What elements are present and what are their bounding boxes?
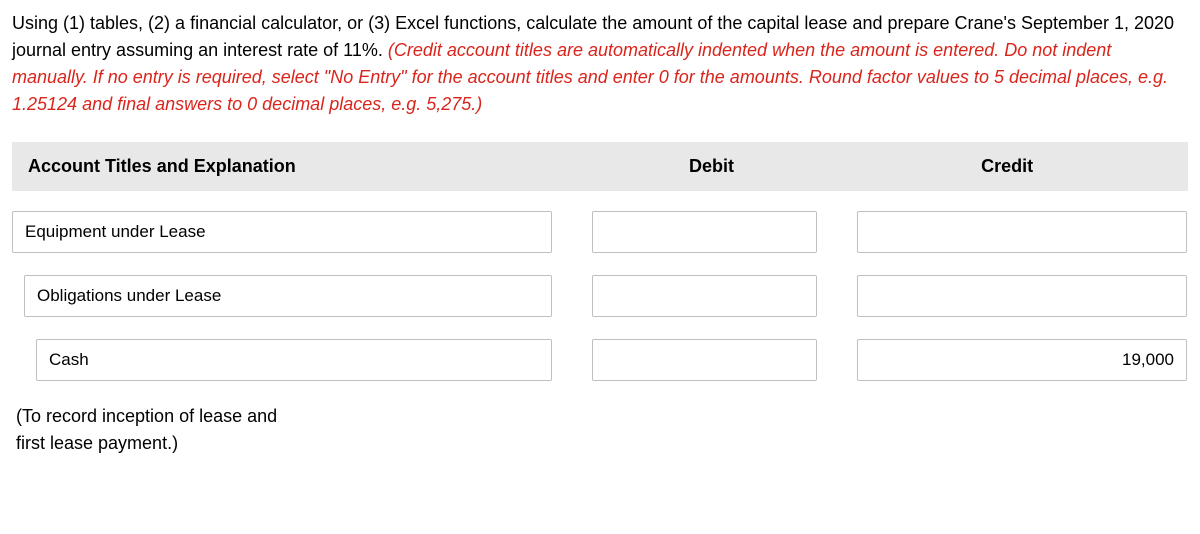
table-row [12,211,1188,253]
table-row [12,339,1188,381]
header-credit: Credit [842,156,1172,177]
debit-input[interactable] [592,339,817,381]
explanation-note: (To record inception of lease and first … [12,403,292,457]
account-title-input[interactable] [24,275,552,317]
credit-input[interactable] [857,339,1187,381]
credit-input[interactable] [857,275,1187,317]
debit-input[interactable] [592,275,817,317]
account-title-input[interactable] [12,211,552,253]
table-header-row: Account Titles and Explanation Debit Cre… [12,142,1188,191]
table-row [12,275,1188,317]
account-title-input[interactable] [36,339,552,381]
instruction-text: Using (1) tables, (2) a financial calcul… [12,10,1188,118]
header-debit: Debit [581,156,843,177]
debit-input[interactable] [592,211,817,253]
credit-input[interactable] [857,211,1187,253]
header-account: Account Titles and Explanation [28,156,581,177]
